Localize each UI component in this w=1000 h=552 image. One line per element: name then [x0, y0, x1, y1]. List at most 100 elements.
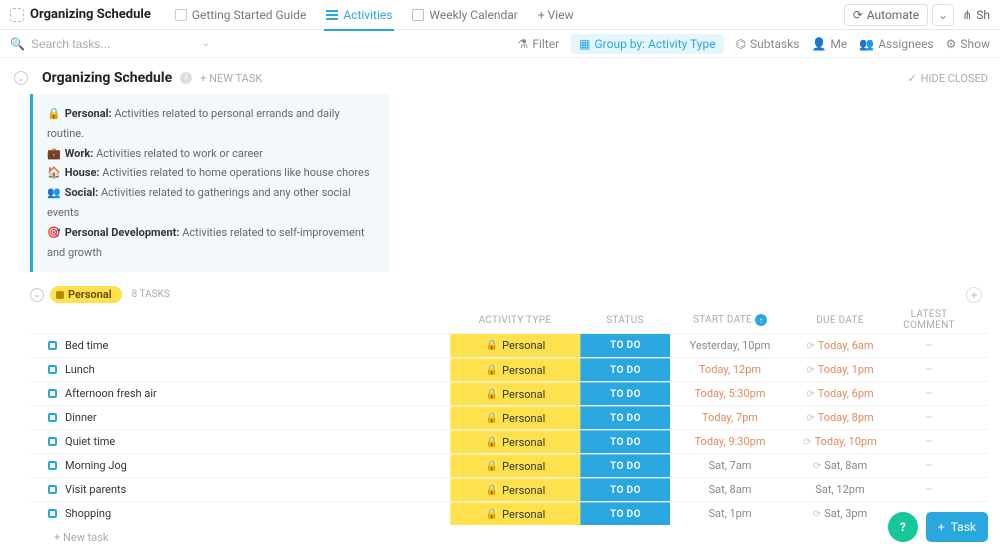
hide-closed-button[interactable]: ✓ HIDE CLOSED: [907, 72, 988, 85]
task-status-square[interactable]: [48, 389, 57, 398]
group-badge-personal[interactable]: Personal: [50, 286, 122, 303]
due-date-cell[interactable]: ⟳Sat, 8am: [790, 459, 890, 472]
table-row[interactable]: Dinner 🔒Personal TO DO Today, 7pm ⟳Today…: [30, 405, 988, 429]
due-date-cell[interactable]: Sat, 12pm: [790, 483, 890, 496]
activity-type-cell[interactable]: 🔒Personal: [450, 382, 580, 405]
latest-comment-cell[interactable]: –: [890, 435, 968, 448]
status-cell[interactable]: TO DO: [580, 334, 670, 357]
start-date-cell[interactable]: Yesterday, 10pm: [670, 339, 790, 352]
tab-label: Weekly Calendar: [429, 8, 517, 22]
task-status-square[interactable]: [48, 341, 57, 350]
search-input[interactable]: [31, 37, 196, 51]
status-cell[interactable]: TO DO: [580, 478, 670, 501]
start-date-cell[interactable]: Sat, 8am: [670, 483, 790, 496]
activity-type-cell[interactable]: 🔒Personal: [450, 334, 580, 357]
due-date-cell[interactable]: ⟳Today, 6am: [790, 339, 890, 352]
due-date-cell[interactable]: ⟳Sat, 3pm: [790, 507, 890, 520]
latest-comment-cell[interactable]: –: [890, 363, 968, 376]
table-row[interactable]: Bed time 🔒Personal TO DO Yesterday, 10pm…: [30, 333, 988, 357]
col-start-date[interactable]: START DATE↑: [670, 314, 790, 326]
task-status-square[interactable]: [48, 461, 57, 470]
tab-weekly-calendar[interactable]: Weekly Calendar: [402, 0, 527, 30]
task-status-square[interactable]: [48, 509, 57, 518]
main-content: ⌄ Organizing Schedule i + NEW TASK ✓ HID…: [0, 58, 1000, 552]
col-activity-type[interactable]: ACTIVITY TYPE: [450, 315, 580, 326]
add-view-button[interactable]: + View: [528, 0, 584, 30]
new-task-float-button[interactable]: + Task: [926, 512, 988, 542]
start-date-cell[interactable]: Today, 7pm: [670, 411, 790, 424]
start-date-cell[interactable]: Today, 5:30pm: [670, 387, 790, 400]
recurring-icon: ⟳: [813, 461, 821, 472]
table-row[interactable]: Visit parents 🔒Personal TO DO Sat, 8am S…: [30, 477, 988, 501]
section-collapse-icon[interactable]: ⌄: [14, 71, 28, 85]
group-collapse-icon[interactable]: ⌄: [30, 288, 44, 302]
status-cell[interactable]: TO DO: [580, 502, 670, 525]
latest-comment-cell[interactable]: –: [890, 339, 968, 352]
status-cell[interactable]: TO DO: [580, 358, 670, 381]
table-row[interactable]: Quiet time 🔒Personal TO DO Today, 9:30pm…: [30, 429, 988, 453]
table-row[interactable]: Morning Jog 🔒Personal TO DO Sat, 7am ⟳Sa…: [30, 453, 988, 477]
col-status[interactable]: STATUS: [580, 315, 670, 326]
subtasks-button[interactable]: ⌬Subtasks: [736, 37, 800, 51]
activity-type-cell[interactable]: 🔒Personal: [450, 454, 580, 477]
share-button[interactable]: ⋔ Sh: [962, 8, 990, 22]
new-task-button[interactable]: + NEW TASK: [200, 72, 262, 85]
status-cell[interactable]: TO DO: [580, 406, 670, 429]
legend-desc: Activities related to work or career: [96, 147, 263, 160]
search-dropdown-icon[interactable]: ⌄: [202, 38, 210, 49]
assignees-button[interactable]: 👥Assignees: [859, 37, 933, 51]
task-label: Task: [951, 520, 976, 534]
filter-button[interactable]: ⚗Filter: [518, 37, 560, 51]
col-latest-comment[interactable]: LATEST COMMENT: [890, 309, 968, 331]
start-date-cell[interactable]: Today, 9:30pm: [670, 435, 790, 448]
share-label: Sh: [976, 8, 990, 22]
me-button[interactable]: 👤Me: [811, 37, 847, 51]
activity-type-cell[interactable]: 🔒Personal: [450, 430, 580, 453]
latest-comment-cell[interactable]: –: [890, 411, 968, 424]
task-status-square[interactable]: [48, 413, 57, 422]
tab-label: Getting Started Guide: [192, 8, 306, 22]
tab-activities[interactable]: Activities: [316, 0, 402, 30]
col-due-date[interactable]: DUE DATE: [790, 315, 890, 326]
latest-comment-cell[interactable]: –: [890, 459, 968, 472]
add-column-button[interactable]: +: [966, 287, 982, 303]
automate-button[interactable]: ⟳ Automate: [844, 4, 928, 26]
status-cell[interactable]: TO DO: [580, 430, 670, 453]
share-icon: ⋔: [962, 8, 972, 22]
start-date-cell[interactable]: Today, 12pm: [670, 363, 790, 376]
status-cell[interactable]: TO DO: [580, 454, 670, 477]
recurring-icon: ⟳: [806, 413, 814, 424]
activity-type-cell[interactable]: 🔒Personal: [450, 478, 580, 501]
table-row[interactable]: Afternoon fresh air 🔒Personal TO DO Toda…: [30, 381, 988, 405]
latest-comment-cell[interactable]: –: [890, 387, 968, 400]
task-status-square[interactable]: [48, 437, 57, 446]
legend-emoji: 👥: [47, 186, 61, 199]
table-row[interactable]: Lunch 🔒Personal TO DO Today, 12pm ⟳Today…: [30, 357, 988, 381]
due-date-cell[interactable]: ⟳Today, 6pm: [790, 387, 890, 400]
legend-desc: Activities related to home operations li…: [102, 166, 369, 179]
activity-type-cell[interactable]: 🔒Personal: [450, 358, 580, 381]
automate-icon: ⟳: [853, 8, 863, 22]
task-status-square[interactable]: [48, 365, 57, 374]
table-row[interactable]: Shopping 🔒Personal TO DO Sat, 1pm ⟳Sat, …: [30, 501, 988, 525]
start-date-cell[interactable]: Sat, 7am: [670, 459, 790, 472]
due-date-cell[interactable]: ⟳Today, 10pm: [790, 435, 890, 448]
add-view-label: + View: [538, 8, 574, 22]
due-date-cell[interactable]: ⟳Today, 8pm: [790, 411, 890, 424]
automate-dropdown[interactable]: ⌄: [932, 4, 954, 26]
activity-type-cell[interactable]: 🔒Personal: [450, 406, 580, 429]
show-icon: ⚙: [946, 37, 957, 51]
activity-type-cell[interactable]: 🔒Personal: [450, 502, 580, 525]
group-by-button[interactable]: ▦Group by: Activity Type: [571, 34, 723, 54]
task-status-square[interactable]: [48, 485, 57, 494]
start-date-cell[interactable]: Sat, 1pm: [670, 507, 790, 520]
latest-comment-cell[interactable]: –: [890, 483, 968, 496]
status-cell[interactable]: TO DO: [580, 382, 670, 405]
info-icon[interactable]: i: [180, 72, 192, 84]
due-date-cell[interactable]: ⟳Today, 1pm: [790, 363, 890, 376]
recurring-icon: ⟳: [813, 509, 821, 520]
show-button[interactable]: ⚙Show: [946, 37, 990, 51]
add-task-row[interactable]: + New task: [30, 525, 988, 546]
help-button[interactable]: ?: [888, 512, 918, 542]
tab-getting-started[interactable]: Getting Started Guide: [165, 0, 316, 30]
